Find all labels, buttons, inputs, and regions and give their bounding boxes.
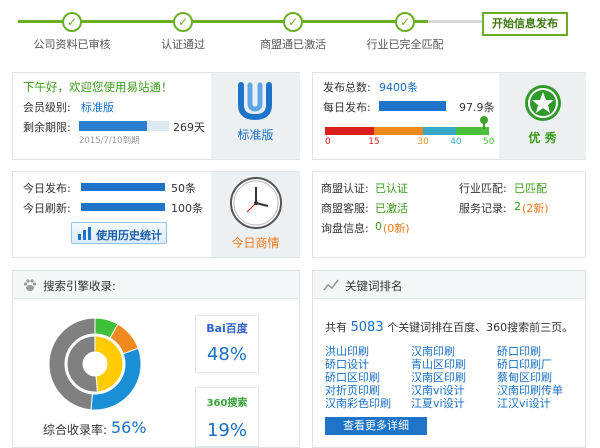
history-stats-button[interactable]: 使用历史统计: [71, 222, 167, 244]
start-publish-button[interactable]: 开始信息发布: [482, 12, 568, 36]
remain-label: 剩余期限:: [23, 121, 71, 134]
keyword-link[interactable]: 汉南彩色印刷: [325, 395, 391, 411]
expire-date: 2015/7/10到期: [79, 136, 140, 146]
view-more-button[interactable]: 查看更多详细: [325, 417, 427, 435]
record-new[interactable]: (2新): [522, 200, 549, 216]
summary-suffix: 个关键词排在百度、360搜索前三页。: [387, 321, 574, 334]
cert-value: 已认证: [375, 182, 408, 195]
remain-bar-fill: [79, 121, 147, 131]
360-logo: 360搜索: [206, 398, 248, 409]
step-label: 公司资料已审核: [33, 38, 111, 51]
service-label: 商盟客服:: [321, 202, 369, 215]
level-label: 会员级别:: [23, 101, 71, 114]
daily-news-label: 今日商情: [231, 236, 280, 250]
keyword-link[interactable]: 江夏vi设计: [411, 395, 465, 411]
rating-scale-segment: [374, 127, 424, 135]
baidu-tile: Bai百度 48%: [195, 315, 259, 373]
welcome-panel: 下午好，欢迎您使用易站通！ 会员级别: 标准版 剩余期限: 269天 2015/…: [12, 72, 300, 160]
daily-value: 97.9条: [459, 101, 495, 114]
today-publish-bar: [81, 183, 165, 191]
star-badge-icon: [525, 85, 561, 121]
daily-label: 每日发布:: [323, 101, 371, 114]
keyword-summary: 共有 5083 个关键词排在百度、360搜索前三页。: [325, 319, 573, 335]
rating-scale-tick: 0: [325, 137, 331, 147]
today-publish-label: 今日发布:: [23, 182, 71, 195]
step-check-icon: ✓: [395, 12, 415, 32]
membership-u-icon: [238, 82, 272, 121]
coverage-donut-chart: [48, 317, 142, 411]
search-engine-header: 搜索引擎收录:: [13, 271, 299, 299]
service-value: 已激活: [375, 202, 408, 215]
step-label: 认证通过: [161, 38, 205, 51]
baidu-logo: Bai百度: [206, 322, 248, 335]
member-badge: 标准版: [211, 73, 300, 159]
trend-line-icon: [323, 279, 339, 291]
remain-value: 269天: [173, 121, 205, 134]
360-rate: 19%: [206, 420, 247, 441]
inquiry-label: 询盘信息:: [321, 222, 369, 235]
match-label: 行业匹配:: [459, 182, 507, 195]
step-label: 商盟通已激活: [260, 38, 326, 51]
rating-scale-tick: 15: [368, 137, 380, 147]
step-label: 行业已完全匹配: [366, 38, 444, 51]
record-value[interactable]: 2: [514, 200, 521, 213]
daily-bar-fill: [379, 101, 447, 111]
step-check-icon: ✓: [173, 12, 193, 32]
search-engine-title: 搜索引擎收录:: [43, 279, 116, 293]
cert-label: 商盟认证:: [321, 182, 369, 195]
rating-scale-tick: 40: [450, 137, 462, 147]
rating-scale-segment: [423, 127, 457, 135]
match-value: 已匹配: [514, 182, 547, 195]
rating-label: 优 秀: [528, 131, 557, 145]
keyword-panel: 关键词排名 共有 5083 个关键词排在百度、360搜索前三页。 洪山印刷 汉南印…: [312, 270, 586, 448]
rating-marker-icon: [479, 115, 489, 129]
today-refresh-value: 100条: [171, 202, 203, 215]
total-label: 发布总数:: [323, 81, 371, 94]
publish-panel: 发布总数: 9400条 每日发布: 97.9条 0 15 30 40 50 优 秀: [312, 72, 586, 160]
daily-bar: [379, 101, 463, 111]
keyword-list: 洪山印刷 汉南印刷 硚口印刷 硚口设计 青山区印刷 硚口印刷厂 硚口区印刷 汉南区印刷 蔡甸区印…: [325, 343, 581, 411]
daily-news-tile[interactable]: 今日商情: [211, 172, 300, 257]
keyword-link[interactable]: 江汉vi设计: [497, 395, 551, 411]
rating-scale-tick: 30: [417, 137, 429, 147]
total-value: 9400条: [379, 81, 418, 94]
clock-icon: [230, 177, 282, 229]
today-publish-value: 50条: [171, 182, 196, 195]
rate-value: 56%: [111, 418, 147, 437]
inquiry-new[interactable]: (0新): [383, 220, 410, 236]
360-tile: 360搜索 19%: [195, 387, 259, 447]
rating-scale-labels: 0 15 30 40 50: [325, 137, 494, 149]
step-check-icon: ✓: [283, 12, 303, 32]
baidu-rate: 48%: [206, 344, 247, 365]
today-refresh-label: 今日刷新:: [23, 202, 71, 215]
rating-badge: 优 秀: [499, 73, 586, 159]
greeting: 下午好，欢迎您使用易站通！: [23, 80, 173, 94]
bar-chart-icon: [78, 227, 91, 240]
summary-prefix: 共有: [325, 321, 347, 334]
search-engine-panel: 搜索引擎收录: 综合收录率: 56% Bai百度 48% 360搜索 19%: [12, 270, 300, 448]
rating-scale-segment: [325, 127, 375, 135]
rate-label: 综合收录率:: [43, 423, 108, 437]
rating-scale-tick: 50: [483, 137, 495, 147]
keyword-count: 5083: [350, 320, 384, 335]
badge-label: 标准版: [237, 128, 274, 142]
paw-icon: [23, 279, 37, 291]
record-label: 服务记录:: [459, 202, 507, 215]
step-check-icon: ✓: [62, 12, 82, 32]
level-value: 标准版: [81, 101, 114, 114]
rating-scale-bar: [325, 127, 489, 135]
inquiry-value[interactable]: 0: [375, 220, 382, 233]
keyword-title: 关键词排名: [345, 279, 403, 293]
status-panel: 商盟认证: 已认证 商盟客服: 已激活 询盘信息: 0 (0新) 行业匹配: 已…: [312, 171, 586, 258]
remain-bar: [79, 121, 169, 131]
today-panel: 今日发布: 50条 今日刷新: 100条 使用历史统计 今日商情: [12, 171, 300, 258]
keyword-header: 关键词排名: [313, 271, 585, 299]
history-stats-label: 使用历史统计: [96, 229, 162, 242]
today-refresh-bar: [81, 203, 165, 211]
